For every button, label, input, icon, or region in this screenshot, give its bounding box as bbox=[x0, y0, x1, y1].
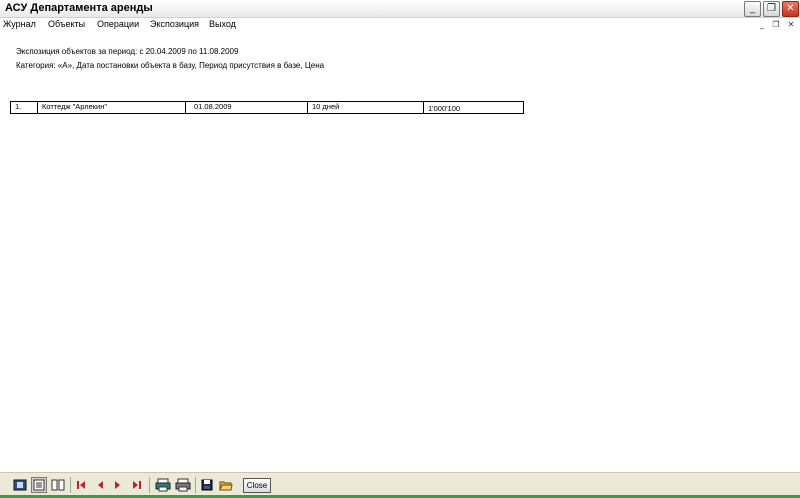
toolbar-separator bbox=[195, 477, 196, 493]
mdi-minimize-icon[interactable]: _ bbox=[756, 19, 768, 30]
menu-exposition[interactable]: Экспозиция bbox=[150, 19, 199, 29]
page-width-icon[interactable] bbox=[31, 477, 47, 493]
table-row: 1. Коттедж "Арлекин" 01.08.2009 10 дней … bbox=[10, 101, 524, 114]
object-date: 01.08.2009 bbox=[186, 102, 308, 113]
two-pages-icon[interactable] bbox=[50, 477, 66, 493]
menu-exit[interactable]: Выход bbox=[209, 19, 236, 29]
title-bar: АСУ Департамента аренды _ ❐ ✕ bbox=[0, 0, 800, 18]
menu-operations[interactable]: Операции bbox=[97, 19, 139, 29]
toolbar-separator bbox=[70, 477, 71, 493]
mdi-close-icon[interactable]: ✕ bbox=[785, 19, 797, 30]
object-period: 10 дней bbox=[308, 102, 424, 113]
report-category-line: Категория: «А», Дата постановки объекта … bbox=[16, 61, 325, 70]
menu-objects[interactable]: Объекты bbox=[48, 19, 85, 29]
row-number: 1. bbox=[11, 102, 38, 113]
first-page-icon[interactable] bbox=[75, 477, 87, 493]
last-page-icon[interactable] bbox=[131, 477, 143, 493]
mdi-restore-icon[interactable]: ❐ bbox=[770, 19, 782, 30]
restore-icon[interactable]: ❐ bbox=[763, 1, 780, 17]
report-period-line: Экспозиция объектов за период: с 20.04.2… bbox=[16, 47, 239, 56]
print-setup-icon[interactable] bbox=[154, 477, 172, 493]
object-price: 1'000'100 bbox=[428, 104, 461, 113]
save-icon[interactable] bbox=[200, 477, 214, 493]
print-icon[interactable] bbox=[174, 477, 192, 493]
menu-bar: Журнал Объекты Операции Экспозиция Выход… bbox=[0, 18, 800, 32]
close-icon[interactable]: ✕ bbox=[782, 1, 799, 17]
window-title: АСУ Департамента аренды bbox=[5, 2, 153, 14]
minimize-icon[interactable]: _ bbox=[744, 1, 761, 17]
close-button[interactable]: Close bbox=[243, 478, 271, 493]
report-preview: Экспозиция объектов за период: с 20.04.2… bbox=[0, 32, 800, 472]
whole-page-icon[interactable] bbox=[12, 477, 28, 493]
prev-page-icon[interactable] bbox=[94, 477, 106, 493]
next-page-icon[interactable] bbox=[112, 477, 124, 493]
object-name: Коттедж "Арлекин" bbox=[38, 102, 186, 113]
menu-journal[interactable]: Журнал bbox=[3, 19, 36, 29]
open-folder-icon[interactable] bbox=[219, 477, 233, 493]
toolbar-separator bbox=[149, 477, 150, 493]
